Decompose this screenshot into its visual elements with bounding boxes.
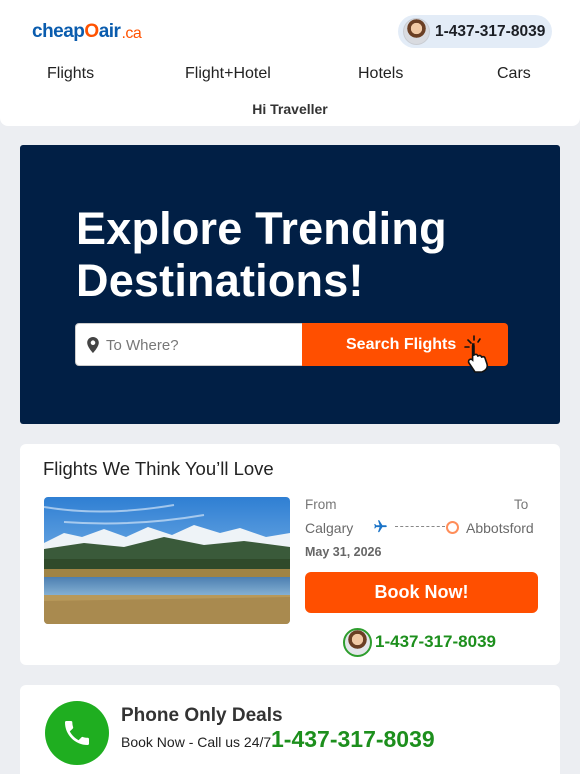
hero-title: Explore Trending Destinations! (76, 203, 447, 306)
destination-input[interactable] (106, 332, 296, 358)
logo-text-o: O (84, 21, 99, 42)
agent-avatar (343, 627, 372, 657)
route-line (395, 526, 445, 527)
search-flights-label: Search Flights (346, 335, 457, 353)
destination-marker-icon (446, 521, 459, 534)
logo-text-cheap: cheap (32, 21, 85, 42)
location-pin-icon (87, 337, 99, 353)
to-label: To (514, 497, 529, 512)
nav-cars[interactable]: Cars (497, 65, 531, 83)
agent-avatar (403, 18, 430, 45)
book-now-button[interactable]: Book Now! (305, 572, 538, 613)
deal-phone-number: 1-437-317-8039 (375, 632, 496, 651)
phone-deals-number[interactable]: 1-437-317-8039 (271, 726, 435, 753)
nav-flight-hotel[interactable]: Flight+Hotel (185, 65, 271, 83)
deal-card-title: Flights We Think You’ll Love (43, 458, 274, 479)
greeting: Hi Traveller (252, 101, 328, 117)
header-phone-button[interactable]: 1-437-317-8039 (398, 15, 552, 48)
phone-handset-icon (65, 721, 89, 745)
search-flights-button[interactable]: Search Flights (302, 323, 508, 373)
hero-banner: Explore Trending Destinations! Search Fl… (20, 145, 560, 424)
phone-deals-title: Phone Only Deals (121, 705, 283, 726)
cheapoair-logo[interactable]: cheap Oair .ca (32, 13, 142, 43)
phone-deals-subtitle: Book Now - Call us 24/7 (121, 734, 272, 750)
destination-city: Abbotsford (466, 520, 534, 536)
nav-flights[interactable]: Flights (47, 65, 94, 83)
logo-text-air: air (98, 21, 121, 42)
phone-call-icon[interactable] (45, 701, 109, 765)
origin-city: Calgary (305, 520, 354, 536)
header-phone-number: 1-437-317-8039 (435, 22, 546, 40)
deal-phone-link[interactable]: 1-437-317-8039 (343, 627, 496, 657)
pointer-hand-icon (464, 335, 489, 373)
phone-only-deals-card: Phone Only Deals Book Now - Call us 24/7… (20, 685, 560, 774)
destination-search: Search Flights (75, 323, 508, 373)
flight-deal-card: Flights We Think You’ll Love From To Cal… (20, 444, 560, 665)
plane-icon (374, 520, 387, 533)
destination-photo[interactable] (44, 497, 290, 624)
from-label: From (305, 497, 337, 512)
header: cheap Oair .ca 1-437-317-8039 Flights Flig… (0, 0, 580, 126)
travel-date: May 31, 2026 (305, 545, 382, 559)
nav-hotels[interactable]: Hotels (358, 65, 403, 83)
logo-text-ca: .ca (121, 25, 142, 42)
